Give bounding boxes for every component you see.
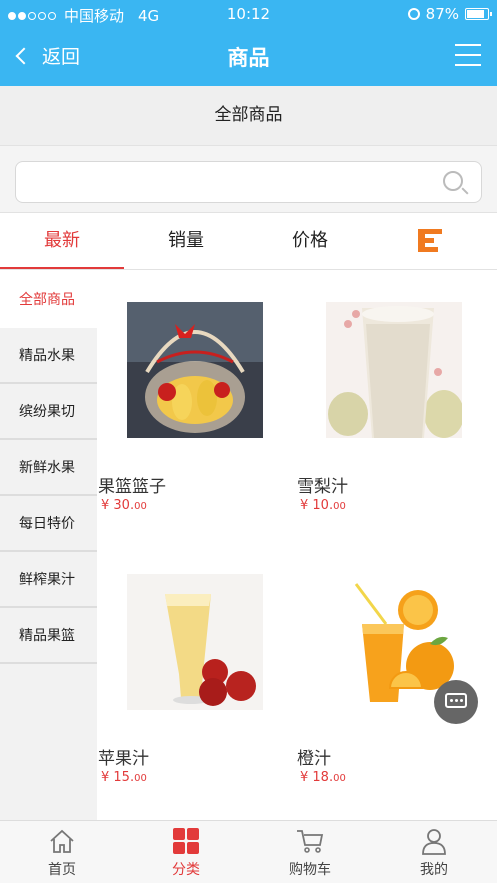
sidebar-item-fruit-baskets[interactable]: 精品果篮 <box>0 608 97 664</box>
tab-profile-label: 我的 <box>420 862 448 878</box>
layout-toggle-icon[interactable] <box>418 229 444 253</box>
sidebar-item-fruit-cuts[interactable]: 缤纷果切 <box>0 384 97 440</box>
battery-icon <box>465 8 492 20</box>
product-price: ¥ 18.00 <box>300 770 346 785</box>
cart-icon <box>297 830 324 853</box>
sidebar-item-daily-deals[interactable]: 每日特价 <box>0 496 97 552</box>
battery-text: 87% <box>425 5 459 23</box>
product-price: ¥ 15.00 <box>101 770 147 785</box>
category-icon <box>173 828 199 854</box>
sidebar-item-all[interactable]: 全部商品 <box>0 272 97 328</box>
product-name: 雪梨汁 <box>297 477 348 497</box>
product-card[interactable]: 果篮篮子 ¥ 30.00 <box>97 272 297 544</box>
product-price: ¥ 10.00 <box>300 498 346 513</box>
tab-home[interactable]: 首页 <box>0 821 124 884</box>
tab-profile[interactable]: 我的 <box>372 821 496 884</box>
category-sidebar: 全部商品 精品水果 缤纷果切 新鲜水果 每日特价 鲜榨果汁 精品果篮 <box>0 272 97 820</box>
sort-newest-tab[interactable]: 最新 <box>0 213 124 269</box>
tab-category-label: 分类 <box>172 862 200 878</box>
search-area <box>0 146 497 212</box>
apple-juice-image <box>127 574 263 710</box>
product-price: ¥ 30.00 <box>101 498 147 513</box>
search-input[interactable] <box>26 163 426 201</box>
fruit-basket-image <box>127 302 263 438</box>
tab-cart[interactable]: 购物车 <box>248 821 372 884</box>
product-card[interactable]: 橙汁 ¥ 18.00 <box>296 544 496 816</box>
top-bar: 中国移动 4G 10:12 87% 返回 商品 <box>0 0 497 86</box>
menu-button[interactable] <box>455 44 481 66</box>
sidebar-item-fresh-juice[interactable]: 鲜榨果汁 <box>0 552 97 608</box>
user-icon <box>422 829 446 855</box>
product-name: 橙汁 <box>297 749 331 769</box>
status-right: 87% <box>407 5 492 23</box>
product-card[interactable]: 苹果汁 ¥ 15.00 <box>97 544 297 816</box>
hamburger-icon <box>455 44 481 46</box>
chat-button[interactable] <box>434 680 478 724</box>
sort-sales-tab[interactable]: 销量 <box>124 213 248 269</box>
tab-category[interactable]: 分类 <box>124 821 248 884</box>
page-title: 商品 <box>227 46 270 70</box>
search-box <box>15 161 482 203</box>
home-icon <box>50 829 74 853</box>
product-card[interactable]: 雪梨汁 ¥ 10.00 <box>296 272 496 544</box>
category-header: 全部商品 <box>0 86 497 146</box>
alarm-icon <box>407 8 420 20</box>
product-name: 果篮篮子 <box>98 477 166 497</box>
status-bar: 中国移动 4G 10:12 87% <box>0 0 497 28</box>
sort-price-tab[interactable]: 价格 <box>248 213 372 269</box>
pear-juice-image <box>326 302 462 438</box>
search-icon[interactable] <box>443 171 463 191</box>
sidebar-item-premium-fruit[interactable]: 精品水果 <box>0 328 97 384</box>
sort-bar: 最新 销量 价格 <box>0 212 497 270</box>
product-name: 苹果汁 <box>98 749 149 769</box>
nav-bar: 返回 商品 <box>0 28 497 86</box>
product-grid: 果篮篮子 ¥ 30.00 雪梨汁 ¥ 10.00 苹果汁 ¥ 15.00 橙汁 … <box>97 272 497 820</box>
sidebar-item-fresh-fruit[interactable]: 新鲜水果 <box>0 440 97 496</box>
bottom-tab-bar: 首页 分类 购物车 我的 <box>0 820 497 883</box>
tab-cart-label: 购物车 <box>289 862 331 878</box>
tab-home-label: 首页 <box>48 862 76 878</box>
